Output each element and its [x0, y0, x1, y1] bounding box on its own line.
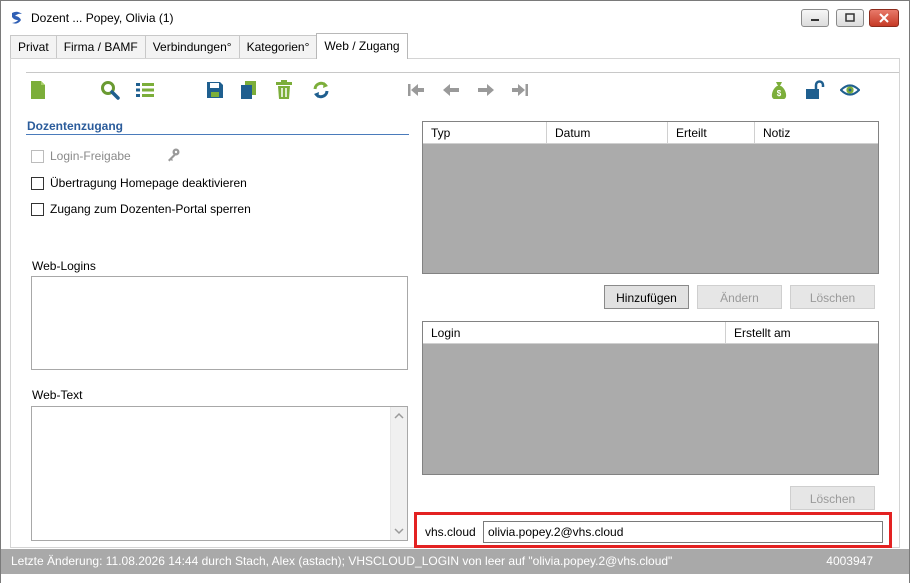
delete-icon — [276, 80, 292, 99]
login-grid[interactable]: Login Erstellt am — [422, 321, 879, 475]
save-button[interactable] — [205, 80, 225, 100]
close-icon — [879, 13, 889, 23]
refresh-button[interactable] — [311, 80, 331, 100]
svg-text:$: $ — [777, 89, 782, 98]
maximize-icon — [845, 13, 855, 22]
scroll-down-icon — [394, 528, 404, 535]
close-button[interactable] — [869, 9, 899, 27]
first-record-button[interactable] — [406, 80, 426, 100]
checkbox-box[interactable] — [31, 176, 44, 190]
column-datum[interactable]: Datum — [547, 122, 668, 144]
access-grid[interactable]: Typ Datum Erteilt Notiz — [422, 121, 879, 274]
copy-button[interactable] — [239, 80, 259, 100]
next-record-icon — [478, 84, 494, 96]
portal-label: Zugang zum Dozenten-Portal sperren — [50, 202, 251, 216]
section-divider — [26, 134, 409, 135]
status-text: Letzte Änderung: 11.08.2026 14:44 durch … — [11, 554, 673, 568]
column-typ[interactable]: Typ — [423, 122, 547, 144]
delete-login-button[interactable]: Löschen — [790, 486, 875, 510]
unlock-button[interactable] — [805, 80, 825, 100]
tab-web-zugang[interactable]: Web / Zugang — [316, 33, 408, 59]
window: Dozent ... Popey, Olivia (1) Privat Firm… — [0, 0, 910, 584]
edit-button[interactable]: Ändern — [697, 285, 782, 309]
homepage-checkbox[interactable]: Übertragung Homepage deaktivieren — [31, 176, 247, 190]
list-icon — [136, 83, 154, 97]
next-record-button[interactable] — [476, 80, 496, 100]
tab-verbindungen[interactable]: Verbindungen° — [144, 35, 240, 59]
vhscloud-label: vhs.cloud — [425, 525, 476, 539]
scroll-up-icon — [394, 412, 404, 419]
title-bar: Dozent ... Popey, Olivia (1) — [1, 1, 909, 36]
add-button[interactable]: Hinzufügen — [604, 285, 689, 309]
money-bag-button[interactable]: $ — [769, 80, 789, 100]
column-erstellt-am[interactable]: Erstellt am — [726, 322, 878, 344]
eye-icon — [840, 84, 860, 96]
portal-checkbox[interactable]: Zugang zum Dozenten-Portal sperren — [31, 202, 251, 216]
window-title: Dozent ... Popey, Olivia (1) — [31, 11, 174, 25]
access-grid-header: Typ Datum Erteilt Notiz — [423, 122, 878, 144]
copy-icon — [241, 81, 256, 99]
login-freigabe-checkbox[interactable]: Login-Freigabe — [31, 149, 131, 163]
vhscloud-highlight: vhs.cloud olivia.popey.2@vhs.cloud — [414, 512, 892, 548]
save-icon — [207, 82, 223, 98]
tab-kategorien[interactable]: Kategorien° — [238, 35, 318, 59]
search-icon — [101, 81, 120, 100]
new-button[interactable] — [28, 80, 48, 100]
search-button[interactable] — [100, 80, 120, 100]
unlock-icon — [806, 80, 825, 99]
tab-firma-bamf[interactable]: Firma / BAMF — [55, 35, 146, 59]
web-logins-label: Web-Logins — [32, 259, 96, 273]
column-notiz[interactable]: Notiz — [755, 122, 878, 144]
previous-record-button[interactable] — [441, 80, 461, 100]
key-icon — [168, 148, 180, 162]
previous-record-icon — [443, 84, 459, 96]
column-login[interactable]: Login — [423, 322, 726, 344]
last-record-icon — [512, 84, 528, 96]
status-bar: Letzte Änderung: 11.08.2026 14:44 durch … — [1, 549, 909, 574]
tab-bar: Privat Firma / BAMF Verbindungen° Katego… — [10, 33, 408, 59]
delete-button[interactable] — [274, 80, 294, 100]
minimize-icon — [811, 19, 819, 21]
new-document-icon — [31, 81, 45, 99]
refresh-icon — [313, 81, 329, 99]
web-logins-field[interactable] — [31, 276, 408, 370]
login-freigabe-label: Login-Freigabe — [50, 149, 131, 163]
app-icon — [12, 11, 22, 24]
eye-button[interactable] — [840, 80, 860, 100]
list-button[interactable] — [135, 80, 155, 100]
tab-privat[interactable]: Privat — [10, 35, 57, 59]
toolbar-divider — [26, 72, 899, 73]
web-text-label: Web-Text — [32, 388, 83, 402]
login-grid-header: Login Erstellt am — [423, 322, 878, 344]
record-id: 4003947 — [826, 554, 873, 568]
first-record-icon — [408, 84, 424, 96]
checkbox-box[interactable] — [31, 149, 44, 163]
minimize-button[interactable] — [801, 9, 829, 27]
vhscloud-input[interactable]: olivia.popey.2@vhs.cloud — [483, 521, 883, 543]
money-bag-icon: $ — [771, 82, 787, 99]
column-erteilt[interactable]: Erteilt — [668, 122, 755, 144]
last-record-button[interactable] — [510, 80, 530, 100]
web-text-field[interactable] — [31, 406, 408, 541]
maximize-button[interactable] — [836, 9, 864, 27]
checkbox-box[interactable] — [31, 202, 44, 216]
homepage-label: Übertragung Homepage deaktivieren — [50, 176, 247, 190]
delete-access-button[interactable]: Löschen — [790, 285, 875, 309]
web-text-scrollbar[interactable] — [390, 407, 407, 540]
section-title: Dozentenzugang — [27, 119, 123, 133]
